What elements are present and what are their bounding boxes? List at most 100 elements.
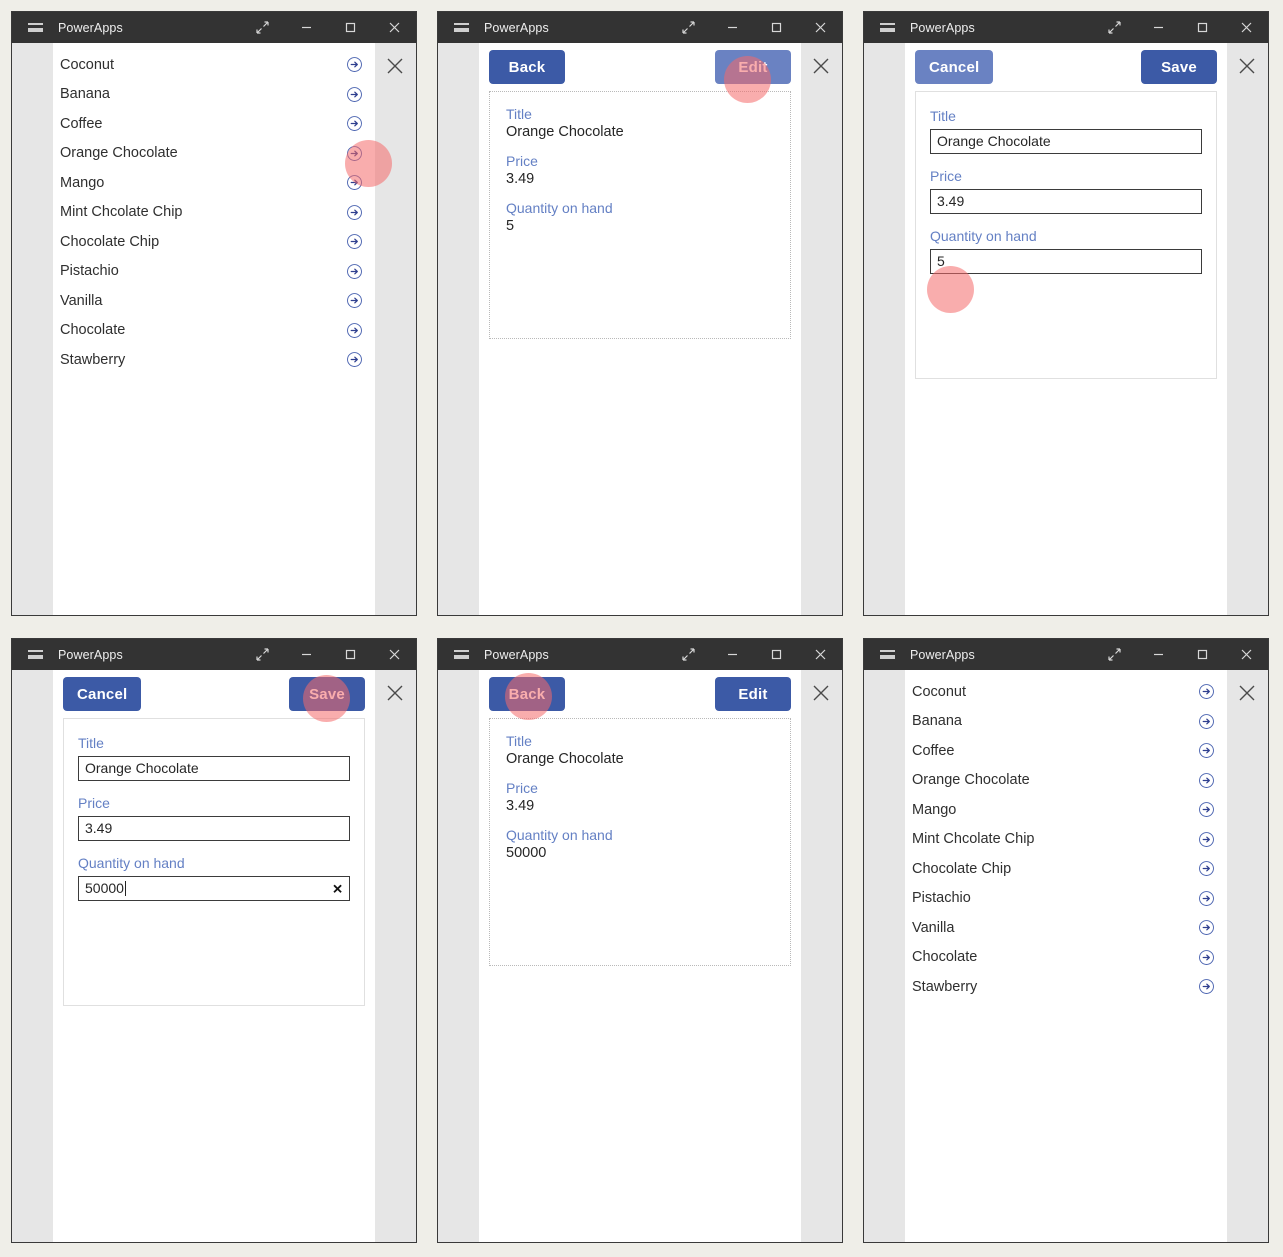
close-icon[interactable] bbox=[798, 12, 842, 43]
expand-diagonal-icon[interactable] bbox=[1092, 639, 1136, 670]
app-close-icon[interactable] bbox=[382, 680, 408, 706]
expand-diagonal-icon[interactable] bbox=[240, 639, 284, 670]
arrow-right-circle-icon[interactable] bbox=[1198, 831, 1215, 848]
list-item[interactable]: Stawberry bbox=[53, 345, 375, 375]
list-item[interactable]: Chocolate bbox=[53, 316, 375, 346]
arrow-right-circle-icon[interactable] bbox=[346, 322, 363, 339]
gallery-list[interactable]: Coconut Banana Coffee Orange Chocolate Mango… bbox=[53, 43, 375, 375]
list-item[interactable]: Mango bbox=[53, 168, 375, 198]
hamburger-icon[interactable] bbox=[864, 12, 910, 43]
detail-card: Title Orange Chocolate Price 3.49 Quantity o… bbox=[489, 91, 791, 339]
app-close-icon[interactable] bbox=[808, 53, 834, 79]
expand-diagonal-icon[interactable] bbox=[1092, 12, 1136, 43]
arrow-right-circle-icon[interactable] bbox=[1198, 978, 1215, 995]
expand-diagonal-icon[interactable] bbox=[666, 639, 710, 670]
window-title: PowerApps bbox=[910, 20, 975, 35]
save-button[interactable]: Save bbox=[1141, 50, 1217, 84]
arrow-right-circle-icon[interactable] bbox=[1198, 919, 1215, 936]
close-icon[interactable] bbox=[798, 639, 842, 670]
close-icon[interactable] bbox=[372, 12, 416, 43]
save-button[interactable]: Save bbox=[289, 677, 365, 711]
arrow-right-circle-icon[interactable] bbox=[1198, 801, 1215, 818]
list-item[interactable]: Banana bbox=[53, 80, 375, 110]
maximize-icon[interactable] bbox=[1180, 12, 1224, 43]
edit-button[interactable]: Edit bbox=[715, 677, 791, 711]
list-item[interactable]: Stawberry bbox=[905, 972, 1227, 1002]
arrow-right-circle-icon[interactable] bbox=[1198, 772, 1215, 789]
arrow-right-circle-icon[interactable] bbox=[1198, 860, 1215, 877]
field-input[interactable]: 3.49 bbox=[930, 189, 1202, 214]
arrow-right-circle-icon[interactable] bbox=[1198, 890, 1215, 907]
arrow-right-circle-icon[interactable] bbox=[346, 56, 363, 73]
list-item[interactable]: Chocolate Chip bbox=[905, 854, 1227, 884]
minimize-icon[interactable] bbox=[710, 639, 754, 670]
arrow-right-circle-icon[interactable] bbox=[1198, 713, 1215, 730]
minimize-icon[interactable] bbox=[710, 12, 754, 43]
arrow-right-circle-icon[interactable] bbox=[346, 174, 363, 191]
clear-x-icon[interactable]: ✕ bbox=[332, 882, 343, 895]
list-item[interactable]: Orange Chocolate bbox=[905, 766, 1227, 796]
field-input[interactable]: Orange Chocolate bbox=[78, 756, 350, 781]
arrow-right-circle-icon[interactable] bbox=[1198, 742, 1215, 759]
app-close-icon[interactable] bbox=[808, 680, 834, 706]
minimize-icon[interactable] bbox=[1136, 12, 1180, 43]
list-item[interactable]: Chocolate Chip bbox=[53, 227, 375, 257]
hamburger-icon[interactable] bbox=[12, 12, 58, 43]
field-input[interactable]: 3.49 bbox=[78, 816, 350, 841]
list-item[interactable]: Orange Chocolate bbox=[53, 139, 375, 169]
app-close-icon[interactable] bbox=[382, 53, 408, 79]
app-close-icon[interactable] bbox=[1234, 680, 1260, 706]
maximize-icon[interactable] bbox=[328, 639, 372, 670]
expand-diagonal-icon[interactable] bbox=[240, 12, 284, 43]
back-button[interactable]: Back bbox=[489, 50, 565, 84]
list-item[interactable]: Coffee bbox=[905, 736, 1227, 766]
arrow-right-circle-icon[interactable] bbox=[346, 351, 363, 368]
field-input[interactable]: 5 bbox=[930, 249, 1202, 274]
maximize-icon[interactable] bbox=[328, 12, 372, 43]
list-item[interactable]: Banana bbox=[905, 707, 1227, 737]
list-item[interactable]: Mango bbox=[905, 795, 1227, 825]
maximize-icon[interactable] bbox=[754, 639, 798, 670]
close-icon[interactable] bbox=[1224, 12, 1268, 43]
minimize-icon[interactable] bbox=[284, 12, 328, 43]
minimize-icon[interactable] bbox=[1136, 639, 1180, 670]
maximize-icon[interactable] bbox=[1180, 639, 1224, 670]
list-item[interactable]: Pistachio bbox=[53, 257, 375, 287]
field-input[interactable]: Orange Chocolate bbox=[930, 129, 1202, 154]
maximize-icon[interactable] bbox=[754, 12, 798, 43]
list-item[interactable]: Vanilla bbox=[905, 913, 1227, 943]
minimize-icon[interactable] bbox=[284, 639, 328, 670]
close-icon[interactable] bbox=[372, 639, 416, 670]
list-item[interactable]: Coffee bbox=[53, 109, 375, 139]
list-item[interactable]: Pistachio bbox=[905, 884, 1227, 914]
cancel-button[interactable]: Cancel bbox=[63, 677, 142, 711]
list-item[interactable]: Chocolate bbox=[905, 943, 1227, 973]
edit-button[interactable]: Edit bbox=[715, 50, 791, 84]
app-close-icon[interactable] bbox=[1234, 53, 1260, 79]
arrow-right-circle-icon[interactable] bbox=[346, 115, 363, 132]
list-item[interactable]: Mint Chcolate Chip bbox=[905, 825, 1227, 855]
arrow-right-circle-icon[interactable] bbox=[346, 233, 363, 250]
window-title: PowerApps bbox=[58, 20, 123, 35]
arrow-right-circle-icon[interactable] bbox=[346, 204, 363, 221]
hamburger-icon[interactable] bbox=[12, 639, 58, 670]
arrow-right-circle-icon[interactable] bbox=[1198, 949, 1215, 966]
close-icon[interactable] bbox=[1224, 639, 1268, 670]
gallery-list[interactable]: Coconut Banana Coffee Orange Chocolate Mango… bbox=[905, 670, 1227, 1002]
list-item[interactable]: Vanilla bbox=[53, 286, 375, 316]
expand-diagonal-icon[interactable] bbox=[666, 12, 710, 43]
list-item[interactable]: Coconut bbox=[905, 677, 1227, 707]
cancel-button[interactable]: Cancel bbox=[915, 50, 994, 84]
hamburger-icon[interactable] bbox=[438, 639, 484, 670]
arrow-right-circle-icon[interactable] bbox=[346, 292, 363, 309]
list-item[interactable]: Coconut bbox=[53, 50, 375, 80]
list-item[interactable]: Mint Chcolate Chip bbox=[53, 198, 375, 228]
arrow-right-circle-icon[interactable] bbox=[346, 263, 363, 280]
arrow-right-circle-icon[interactable] bbox=[1198, 683, 1215, 700]
field-input[interactable]: 50000 ✕ bbox=[78, 876, 350, 901]
arrow-right-circle-icon[interactable] bbox=[346, 86, 363, 103]
arrow-right-circle-icon[interactable] bbox=[346, 145, 363, 162]
hamburger-icon[interactable] bbox=[438, 12, 484, 43]
back-button[interactable]: Back bbox=[489, 677, 565, 711]
hamburger-icon[interactable] bbox=[864, 639, 910, 670]
